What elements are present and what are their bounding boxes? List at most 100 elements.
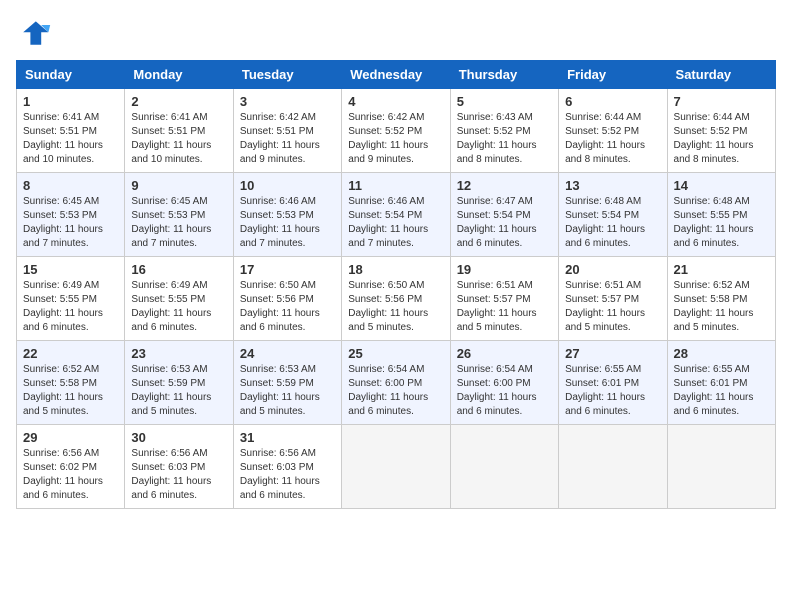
- day-info: Sunrise: 6:44 AMSunset: 5:52 PMDaylight:…: [674, 111, 769, 167]
- day-cell-3: 3 Sunrise: 6:42 AMSunset: 5:51 PMDaylight…: [233, 89, 341, 173]
- header-friday: Friday: [559, 61, 667, 89]
- day-cell-24: 24Sunrise: 6:53 AMSunset: 5:59 PMDayligh…: [233, 341, 341, 425]
- day-number: 30: [131, 430, 226, 445]
- day-cell-15: 15 Sunrise: 6:49 AMSunset: 5:55 PMDayligh…: [17, 257, 125, 341]
- day-number: 16: [131, 262, 226, 277]
- week-row-2: 8 Sunrise: 6:45 AMSunset: 5:53 PMDaylight…: [17, 173, 776, 257]
- day-number: 7: [674, 94, 769, 109]
- day-info: Sunrise: 6:46 AMSunset: 5:53 PMDaylight:…: [240, 195, 335, 251]
- header: [16, 16, 776, 52]
- day-number: 9: [131, 178, 226, 193]
- week-row-3: 15 Sunrise: 6:49 AMSunset: 5:55 PMDayligh…: [17, 257, 776, 341]
- day-number: 12: [457, 178, 552, 193]
- day-cell-empty: [667, 425, 775, 509]
- day-cell-1: 1Sunrise: 6:41 AMSunset: 5:51 PMDaylight…: [17, 89, 125, 173]
- day-number: 23: [131, 346, 226, 361]
- day-number: 14: [674, 178, 769, 193]
- day-info: Sunrise: 6:45 AMSunset: 5:53 PMDaylight:…: [23, 195, 118, 251]
- day-info: Sunrise: 6:56 AMSunset: 6:03 PMDaylight:…: [131, 447, 226, 503]
- calendar: SundayMondayTuesdayWednesdayThursdayFrid…: [16, 60, 776, 509]
- day-cell-18: 18 Sunrise: 6:50 AMSunset: 5:56 PMDayligh…: [342, 257, 450, 341]
- day-cell-29: 29 Sunrise: 6:56 AMSunset: 6:02 PMDayligh…: [17, 425, 125, 509]
- day-info: Sunrise: 6:48 AMSunset: 5:54 PMDaylight:…: [565, 195, 660, 251]
- day-info: Sunrise: 6:53 AMSunset: 5:59 PMDaylight:…: [240, 363, 335, 419]
- day-number: 10: [240, 178, 335, 193]
- day-info: Sunrise: 6:52 AMSunset: 5:58 PMDaylight:…: [674, 279, 769, 335]
- day-number: 27: [565, 346, 660, 361]
- day-number: 2: [131, 94, 226, 109]
- day-cell-19: 19 Sunrise: 6:51 AMSunset: 5:57 PMDayligh…: [450, 257, 558, 341]
- day-info: Sunrise: 6:50 AMSunset: 5:56 PMDaylight:…: [348, 279, 443, 335]
- logo: [16, 16, 56, 52]
- day-number: 11: [348, 178, 443, 193]
- day-cell-6: 6Sunrise: 6:44 AMSunset: 5:52 PMDaylight…: [559, 89, 667, 173]
- day-cell-25: 25Sunrise: 6:54 AMSunset: 6:00 PMDayligh…: [342, 341, 450, 425]
- day-info: Sunrise: 6:51 AMSunset: 5:57 PMDaylight:…: [457, 279, 552, 335]
- logo-icon: [16, 16, 52, 52]
- day-number: 13: [565, 178, 660, 193]
- header-wednesday: Wednesday: [342, 61, 450, 89]
- day-info: Sunrise: 6:53 AMSunset: 5:59 PMDaylight:…: [131, 363, 226, 419]
- day-number: 22: [23, 346, 118, 361]
- day-cell-27: 27 Sunrise: 6:55 AMSunset: 6:01 PMDayligh…: [559, 341, 667, 425]
- day-cell-30: 30 Sunrise: 6:56 AMSunset: 6:03 PMDayligh…: [125, 425, 233, 509]
- day-number: 21: [674, 262, 769, 277]
- day-info: Sunrise: 6:48 AMSunset: 5:55 PMDaylight:…: [674, 195, 769, 251]
- day-info: Sunrise: 6:41 AMSunset: 5:51 PMDaylight:…: [23, 111, 118, 167]
- day-info: Sunrise: 6:55 AMSunset: 6:01 PMDaylight:…: [674, 363, 769, 419]
- day-cell-5: 5 Sunrise: 6:43 AMSunset: 5:52 PMDaylight…: [450, 89, 558, 173]
- day-cell-12: 12 Sunrise: 6:47 AMSunset: 5:54 PMDayligh…: [450, 173, 558, 257]
- day-info: Sunrise: 6:51 AMSunset: 5:57 PMDaylight:…: [565, 279, 660, 335]
- calendar-header-row: SundayMondayTuesdayWednesdayThursdayFrid…: [17, 61, 776, 89]
- day-info: Sunrise: 6:47 AMSunset: 5:54 PMDaylight:…: [457, 195, 552, 251]
- week-row-4: 22 Sunrise: 6:52 AMSunset: 5:58 PMDayligh…: [17, 341, 776, 425]
- day-number: 4: [348, 94, 443, 109]
- day-cell-9: 9 Sunrise: 6:45 AMSunset: 5:53 PMDaylight…: [125, 173, 233, 257]
- day-number: 29: [23, 430, 118, 445]
- day-info: Sunrise: 6:49 AMSunset: 5:55 PMDaylight:…: [131, 279, 226, 335]
- day-cell-empty: [559, 425, 667, 509]
- day-number: 18: [348, 262, 443, 277]
- day-cell-20: 20 Sunrise: 6:51 AMSunset: 5:57 PMDayligh…: [559, 257, 667, 341]
- day-number: 31: [240, 430, 335, 445]
- day-info: Sunrise: 6:45 AMSunset: 5:53 PMDaylight:…: [131, 195, 226, 251]
- day-cell-7: 7 Sunrise: 6:44 AMSunset: 5:52 PMDaylight…: [667, 89, 775, 173]
- day-info: Sunrise: 6:46 AMSunset: 5:54 PMDaylight:…: [348, 195, 443, 251]
- day-number: 20: [565, 262, 660, 277]
- day-info: Sunrise: 6:44 AMSunset: 5:52 PMDaylight:…: [565, 111, 660, 167]
- day-info: Sunrise: 6:43 AMSunset: 5:52 PMDaylight:…: [457, 111, 552, 167]
- day-cell-empty: [450, 425, 558, 509]
- day-info: Sunrise: 6:42 AMSunset: 5:51 PMDaylight:…: [240, 111, 335, 167]
- day-cell-21: 21 Sunrise: 6:52 AMSunset: 5:58 PMDayligh…: [667, 257, 775, 341]
- day-cell-8: 8 Sunrise: 6:45 AMSunset: 5:53 PMDaylight…: [17, 173, 125, 257]
- header-monday: Monday: [125, 61, 233, 89]
- day-info: Sunrise: 6:54 AMSunset: 6:00 PMDaylight:…: [457, 363, 552, 419]
- day-info: Sunrise: 6:49 AMSunset: 5:55 PMDaylight:…: [23, 279, 118, 335]
- day-cell-28: 28 Sunrise: 6:55 AMSunset: 6:01 PMDayligh…: [667, 341, 775, 425]
- day-info: Sunrise: 6:56 AMSunset: 6:02 PMDaylight:…: [23, 447, 118, 503]
- day-cell-4: 4 Sunrise: 6:42 AMSunset: 5:52 PMDaylight…: [342, 89, 450, 173]
- week-row-5: 29 Sunrise: 6:56 AMSunset: 6:02 PMDayligh…: [17, 425, 776, 509]
- day-cell-31: 31 Sunrise: 6:56 AMSunset: 6:03 PMDayligh…: [233, 425, 341, 509]
- day-cell-11: 11 Sunrise: 6:46 AMSunset: 5:54 PMDayligh…: [342, 173, 450, 257]
- day-info: Sunrise: 6:55 AMSunset: 6:01 PMDaylight:…: [565, 363, 660, 419]
- day-cell-10: 10 Sunrise: 6:46 AMSunset: 5:53 PMDayligh…: [233, 173, 341, 257]
- day-number: 5: [457, 94, 552, 109]
- day-number: 28: [674, 346, 769, 361]
- day-cell-14: 14 Sunrise: 6:48 AMSunset: 5:55 PMDayligh…: [667, 173, 775, 257]
- day-info: Sunrise: 6:50 AMSunset: 5:56 PMDaylight:…: [240, 279, 335, 335]
- day-info: Sunrise: 6:42 AMSunset: 5:52 PMDaylight:…: [348, 111, 443, 167]
- header-saturday: Saturday: [667, 61, 775, 89]
- day-number: 8: [23, 178, 118, 193]
- day-number: 25: [348, 346, 443, 361]
- day-number: 3: [240, 94, 335, 109]
- day-cell-2: 2 Sunrise: 6:41 AMSunset: 5:51 PMDaylight…: [125, 89, 233, 173]
- day-number: 19: [457, 262, 552, 277]
- day-number: 26: [457, 346, 552, 361]
- day-number: 15: [23, 262, 118, 277]
- day-info: Sunrise: 6:52 AMSunset: 5:58 PMDaylight:…: [23, 363, 118, 419]
- day-info: Sunrise: 6:56 AMSunset: 6:03 PMDaylight:…: [240, 447, 335, 503]
- day-info: Sunrise: 6:41 AMSunset: 5:51 PMDaylight:…: [131, 111, 226, 167]
- day-cell-23: 23 Sunrise: 6:53 AMSunset: 5:59 PMDayligh…: [125, 341, 233, 425]
- header-tuesday: Tuesday: [233, 61, 341, 89]
